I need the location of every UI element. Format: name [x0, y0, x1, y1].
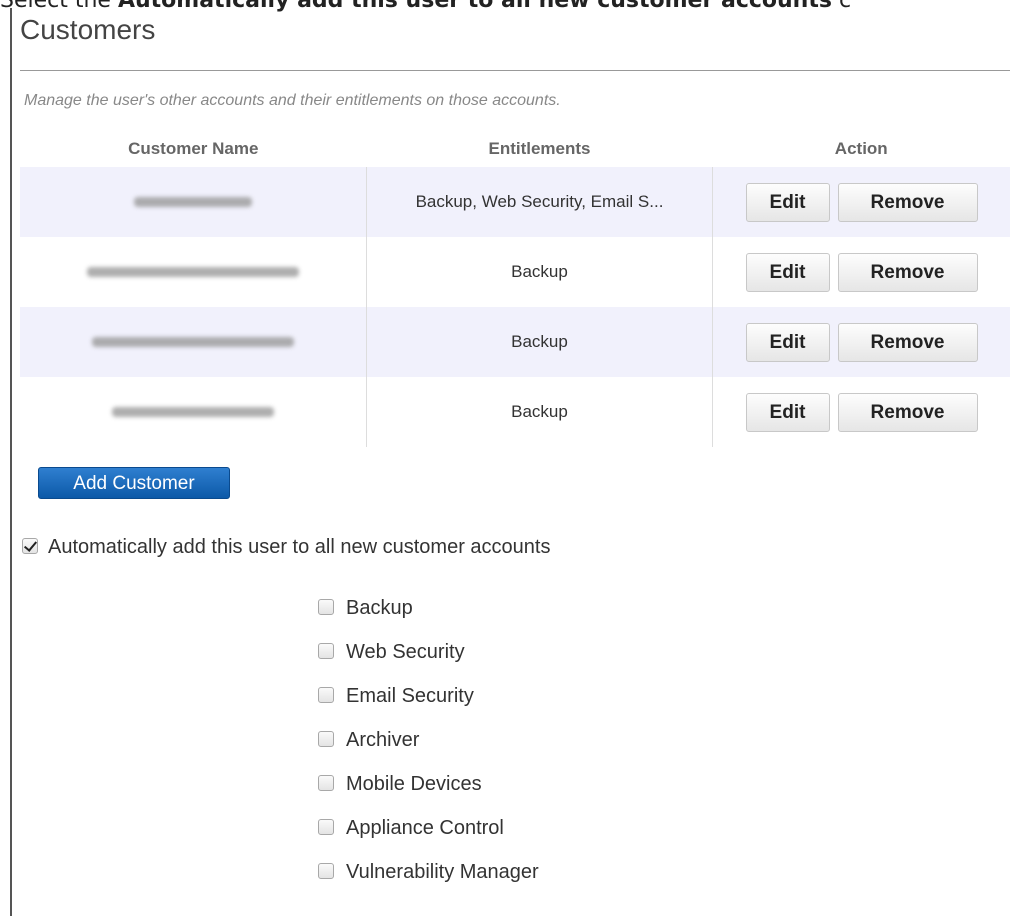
entitlement-label[interactable]: Archiver	[346, 729, 419, 751]
customer-name-cell	[20, 167, 367, 237]
action-cell: Edit Remove	[712, 237, 1010, 307]
entitlements-cell: Backup	[366, 307, 713, 377]
customer-name-cell	[20, 237, 367, 307]
entitlements-cell: Backup, Web Security, Email S...	[366, 167, 713, 237]
page-title: Customers	[20, 14, 156, 45]
customers-table: Customer Name Entitlements Action Backup…	[20, 131, 1010, 447]
customer-name-cell	[20, 377, 367, 447]
header-customer-name: Customer Name	[20, 131, 367, 167]
table-row: Backup, Web Security, Email S... Edit Rem…	[20, 167, 1010, 237]
archiver-checkbox[interactable]	[318, 731, 334, 748]
entitlement-label[interactable]: Web Security	[346, 641, 465, 663]
redacted-customer-name	[92, 337, 294, 347]
add-customer-button[interactable]: Add Customer	[38, 467, 230, 499]
customer-name-cell	[20, 307, 367, 377]
remove-button[interactable]: Remove	[837, 252, 978, 292]
edit-button[interactable]: Edit	[745, 252, 830, 292]
entitlement-label[interactable]: Email Security	[346, 685, 474, 707]
edit-button[interactable]: Edit	[745, 322, 830, 362]
vulnerability-manager-checkbox[interactable]	[318, 863, 334, 880]
auto-add-label[interactable]: Automatically add this user to all new c…	[48, 536, 550, 558]
auto-add-option[interactable]: Automatically add this user to all new c…	[22, 536, 550, 559]
action-cell: Edit Remove	[712, 377, 1010, 447]
appliance-control-checkbox[interactable]	[318, 819, 334, 836]
section-description: Manage the user's other accounts and the…	[24, 92, 561, 109]
entitlement-option-backup[interactable]: Backup	[318, 597, 539, 641]
entitlement-option-vulnerability-manager[interactable]: Vulnerability Manager	[318, 861, 539, 905]
entitlement-option-web-security[interactable]: Web Security	[318, 641, 539, 685]
entitlement-label[interactable]: Appliance Control	[346, 817, 504, 839]
remove-button[interactable]: Remove	[837, 392, 978, 432]
redacted-customer-name	[112, 407, 274, 417]
remove-button[interactable]: Remove	[837, 182, 978, 222]
table-header-row: Customer Name Entitlements Action	[20, 131, 1010, 167]
mobile-devices-checkbox[interactable]	[318, 775, 334, 792]
entitlement-option-email-security[interactable]: Email Security	[318, 685, 539, 729]
redacted-customer-name	[87, 267, 299, 277]
action-cell: Edit Remove	[712, 307, 1010, 377]
entitlement-option-archiver[interactable]: Archiver	[318, 729, 539, 773]
edit-button[interactable]: Edit	[745, 392, 830, 432]
title-divider	[20, 70, 1010, 71]
header-entitlements: Entitlements	[366, 131, 713, 167]
edit-button[interactable]: Edit	[745, 182, 830, 222]
entitlement-option-mobile-devices[interactable]: Mobile Devices	[318, 773, 539, 817]
entitlement-option-appliance-control[interactable]: Appliance Control	[318, 817, 539, 861]
entitlements-cell: Backup	[366, 377, 713, 447]
remove-button[interactable]: Remove	[837, 322, 978, 362]
web-security-checkbox[interactable]	[318, 643, 334, 660]
entitlements-cell: Backup	[366, 237, 713, 307]
table-row: Backup Edit Remove	[20, 307, 1010, 377]
entitlement-label[interactable]: Mobile Devices	[346, 773, 482, 795]
header-action: Action	[712, 131, 1010, 167]
backup-checkbox[interactable]	[318, 599, 334, 616]
entitlement-options: Backup Web Security Email Security Archi…	[318, 597, 539, 905]
entitlement-label[interactable]: Backup	[346, 597, 413, 619]
email-security-checkbox[interactable]	[318, 687, 334, 704]
redacted-customer-name	[134, 197, 252, 207]
action-cell: Edit Remove	[712, 167, 1010, 237]
entitlement-label[interactable]: Vulnerability Manager	[346, 861, 539, 883]
auto-add-checkbox[interactable]	[22, 538, 38, 555]
table-row: Backup Edit Remove	[20, 377, 1010, 447]
table-row: Backup Edit Remove	[20, 237, 1010, 307]
